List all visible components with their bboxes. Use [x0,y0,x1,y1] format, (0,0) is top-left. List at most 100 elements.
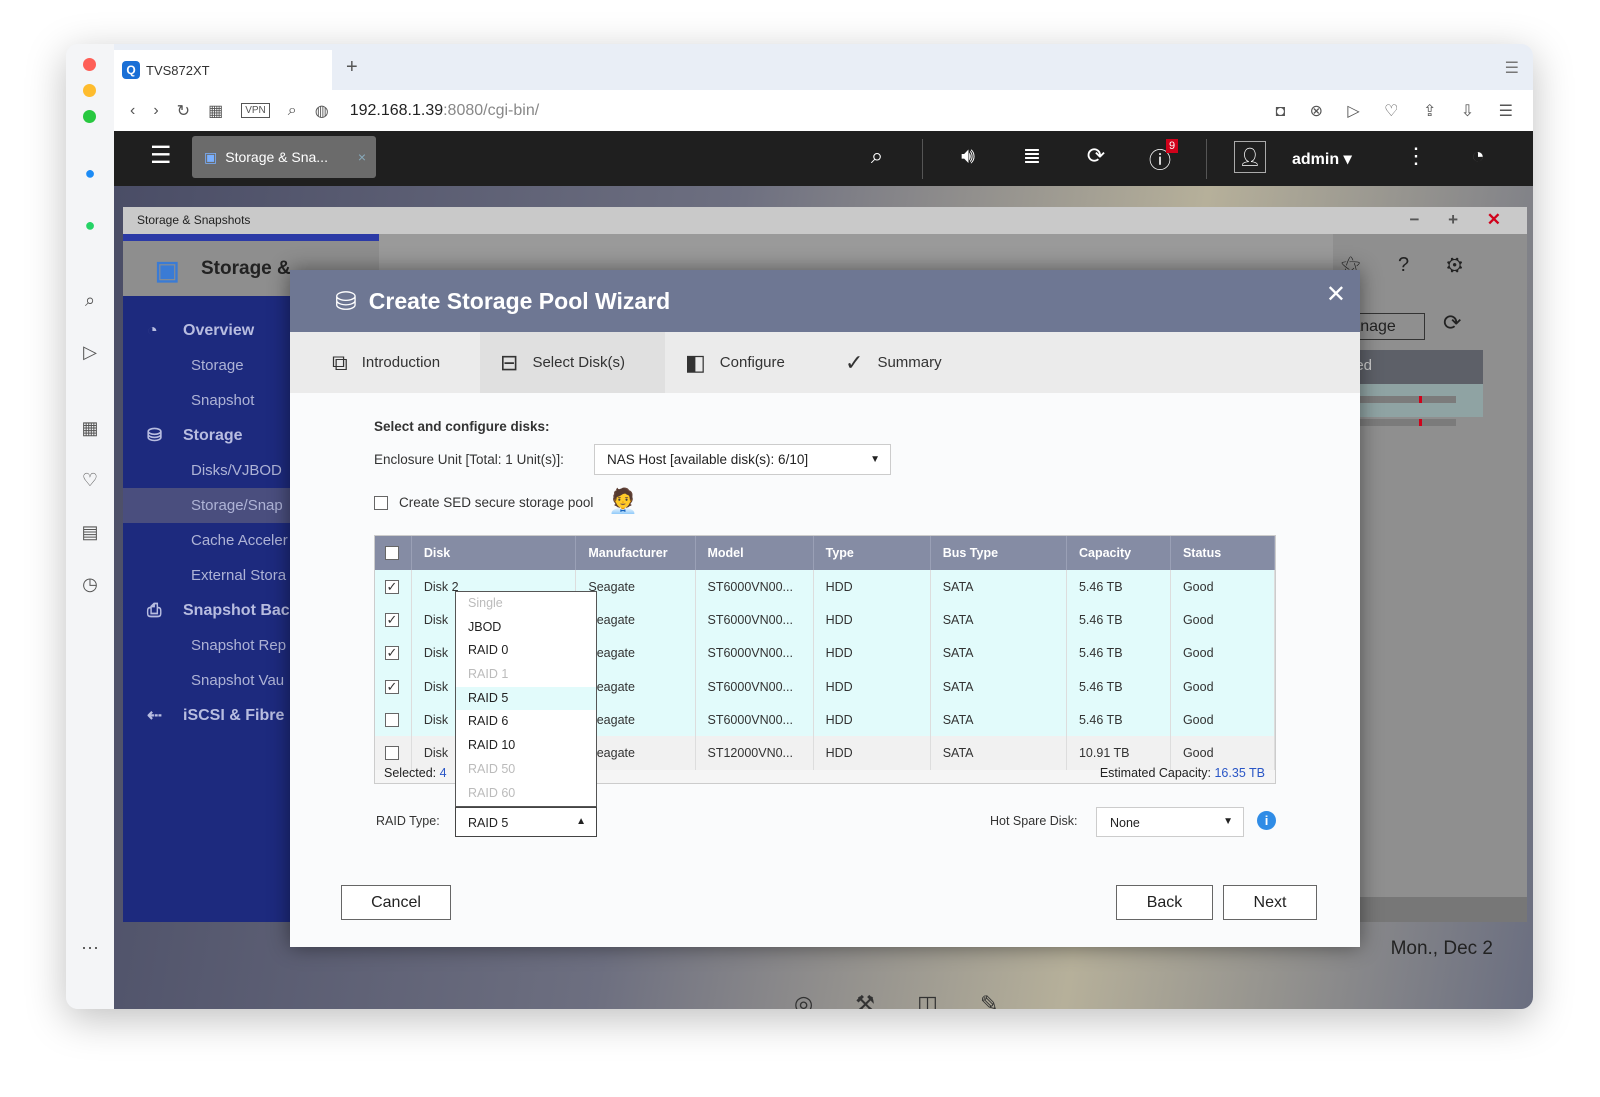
reload-icon[interactable]: ↻ [177,101,190,121]
column-header[interactable]: Status [1170,536,1276,570]
step-icon: ⧉ [332,349,348,375]
column-header[interactable]: Manufacturer [575,536,696,570]
hot-spare-select[interactable]: None ▼ [1096,807,1244,837]
sed-checkbox[interactable] [374,496,388,510]
search-icon[interactable]: ⌕ [861,143,893,169]
step-icon: ✓ [845,349,864,375]
enclosure-select[interactable]: NAS Host [available disk(s): 6/10] ▼ [594,444,891,475]
sidebar-item-label: Snapshot Bac [183,602,290,619]
close-icon[interactable]: ✕ [1487,210,1513,229]
send-icon[interactable]: ▷ [78,340,102,364]
selected-value: 4 [439,766,447,780]
app-header-title: Storage & [201,258,291,279]
sidebar-item-label: Snapshot Rep [191,637,287,654]
cell-type: HDD [813,669,931,704]
minimize-window-button[interactable] [83,84,96,97]
cell-status: Good [1170,736,1276,770]
selected-count: Selected: 4 [384,766,447,780]
qnap-logo-icon: Q [122,61,140,79]
messenger-icon[interactable]: ● [78,161,102,185]
notes-icon[interactable]: ▤ [78,520,102,544]
row-checkbox[interactable] [385,746,399,761]
header-tools[interactable]: ⚝ ? ⚙ [1341,254,1479,277]
estimated-label: Estimated Capacity: [1099,766,1211,780]
raid-option[interactable]: RAID 5 [456,686,596,711]
column-header[interactable]: Model [695,536,814,570]
wizard-header: ⛁ Create Storage Pool Wizard ✕ [290,270,1360,332]
divider [1206,139,1207,179]
sidebar-item-label: iSCSI & Fibre [183,707,285,724]
row-checkbox[interactable]: ✓ [385,612,399,627]
apps-icon[interactable]: ▦ [78,416,102,440]
raid-type-select[interactable]: RAID 5 ▲ [455,807,597,837]
hot-spare-label: Hot Spare Disk: [990,814,1078,828]
hamburger-menu-icon[interactable]: ☰ [150,141,172,170]
storage-app-icon: ▣ [204,148,218,165]
cell-bus: SATA [930,603,1067,637]
app-main-background: ⚝ ? ⚙ Manage ⟳ Used [1333,234,1527,922]
wizard-step: ⊟ Select Disk(s) [480,332,665,393]
forward-nav-icon[interactable]: › [153,102,158,120]
row-checkbox[interactable]: ✓ [385,579,399,594]
column-header[interactable]: Type [813,536,931,570]
user-menu[interactable]: admin ▾ [1292,149,1352,169]
step-icon: ⊟ [500,349,519,375]
window-controls[interactable]: − + ✕ [1409,210,1513,230]
toolbar-icons[interactable]: ◘ ⊗ ▷ ♡ ⇪ ⇩ ☰ [1275,101,1533,121]
cell-type: HDD [813,703,931,737]
more-options-icon[interactable]: ⋮ [1400,143,1432,169]
more-icon[interactable]: ⋯ [78,936,102,960]
sed-label: Create SED secure storage pool [399,495,594,510]
column-header[interactable]: Capacity [1066,536,1171,570]
raid-option: RAID 50 [468,761,516,776]
raid-option[interactable]: JBOD [456,616,596,640]
vpn-badge[interactable]: VPN [241,103,270,118]
raid-option[interactable]: RAID 6 [456,710,596,734]
app-window-title: Storage & Snapshots [123,207,1527,234]
close-app-tab-icon[interactable]: × [358,149,366,165]
app-tab-storage[interactable]: ▣ Storage & Sna... × [192,136,376,178]
tasks-icon[interactable]: ≣ [1016,143,1048,169]
refresh-icon[interactable]: ⟳ [1443,310,1461,336]
row-checkbox[interactable] [385,712,399,727]
browser-tab[interactable]: Q TVS872XT [114,50,332,90]
column-header[interactable]: Bus Type [930,536,1067,570]
info-icon[interactable]: i [1257,811,1276,830]
close-wizard-icon[interactable]: ✕ [1326,280,1346,309]
new-tab-button[interactable]: + [346,56,358,79]
help-avatar-icon[interactable]: 🧑‍💼 [608,487,638,516]
create-storage-pool-wizard: ⛁ Create Storage Pool Wizard ✕ ⧉ Introduc… [290,270,1360,947]
next-button[interactable]: Next [1223,885,1317,920]
whatsapp-icon[interactable]: ● [78,213,102,237]
dock-icons[interactable]: ◎ ⚒ ◫ ✎ [794,991,1016,1009]
column-header[interactable]: Disk [411,536,577,570]
heart-icon[interactable]: ♡ [78,468,102,492]
sync-icon[interactable]: ⟳ [1080,143,1112,169]
close-window-button[interactable] [83,58,96,71]
cell-status: Good [1170,669,1276,704]
row-select-cell: ✓ [375,636,412,670]
chevron-down-icon: ▼ [870,454,880,465]
volume-icon[interactable]: 🔊︎ [952,143,984,169]
tabs-grid-icon[interactable]: ▦ [208,101,223,121]
dashboard-gauge-icon[interactable]: ◔ [1462,143,1494,169]
tab-menu-icon[interactable]: ☰ [1505,58,1519,78]
user-avatar-icon[interactable]: 👤︎ [1234,141,1266,173]
row-checkbox[interactable]: ✓ [385,679,399,694]
zoom-icon[interactable]: ⌕ [288,102,297,120]
row-checkbox[interactable]: ✓ [385,646,399,661]
hot-spare-value: None [1110,816,1140,830]
back-nav-icon[interactable]: ‹ [130,102,135,120]
sidebar-group-icon: ⛁ [147,425,163,445]
cancel-button[interactable]: Cancel [341,885,451,920]
raid-option[interactable]: RAID 10 [456,734,596,758]
cell-status: Good [1170,603,1276,637]
history-icon[interactable]: ◷ [78,572,102,596]
raid-option[interactable]: RAID 0 [456,639,596,663]
back-button[interactable]: Back [1116,885,1213,920]
wizard-step: ◧ Configure [665,332,825,393]
search-icon[interactable]: ⌕ [78,288,102,312]
select-all-checkbox[interactable] [385,546,399,560]
url-field[interactable]: 192.168.1.39:8080/cgi-bin/ [350,102,539,120]
zoom-window-button[interactable] [83,110,96,123]
